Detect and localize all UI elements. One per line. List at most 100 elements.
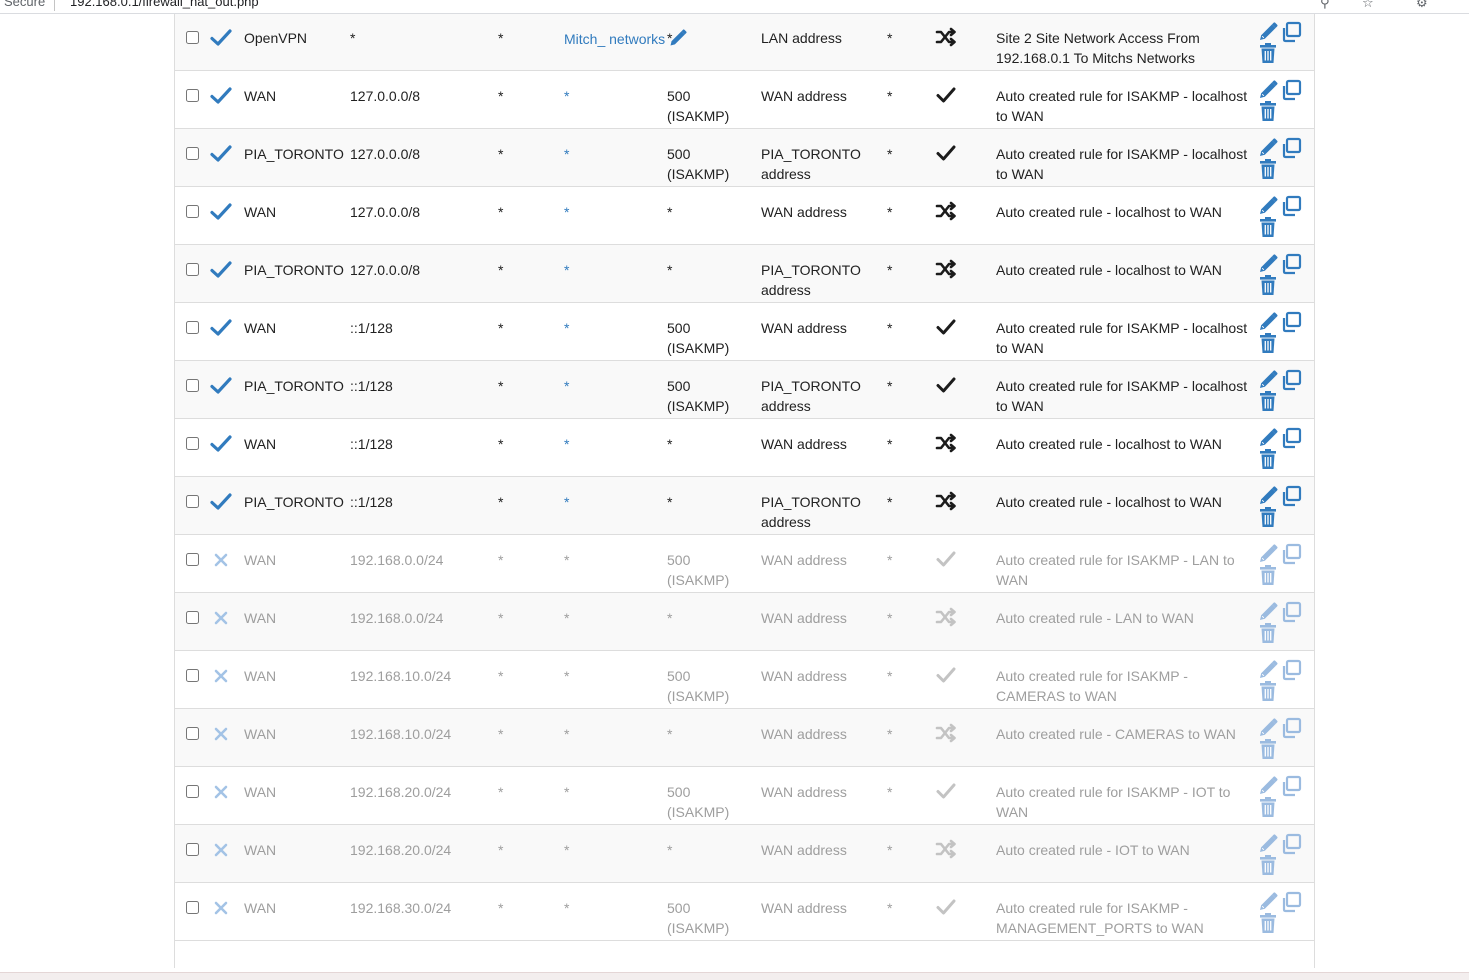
pencil-icon[interactable] — [1257, 717, 1279, 739]
pencil-icon[interactable] — [1257, 427, 1279, 449]
x-icon[interactable] — [209, 664, 233, 688]
extensions-icon[interactable]: ⚙ — [1416, 0, 1428, 11]
row-select-checkbox[interactable] — [186, 843, 199, 856]
table-row[interactable]: WAN 192.168.10.0/24 * * 500 (ISAKMP) WAN… — [175, 651, 1314, 709]
trash-icon[interactable] — [1257, 216, 1279, 238]
pencil-icon[interactable] — [1257, 543, 1279, 565]
copy-icon[interactable] — [1280, 833, 1302, 855]
copy-icon[interactable] — [1280, 775, 1302, 797]
table-row[interactable]: WAN 127.0.0.0/8 * * * WAN address * Auto… — [175, 187, 1314, 245]
row-select-checkbox[interactable] — [186, 727, 199, 740]
zoom-icon[interactable]: ⚲ — [1320, 0, 1330, 11]
table-row[interactable]: WAN ::1/128 * * 500 (ISAKMP) WAN address… — [175, 303, 1314, 361]
pencil-icon[interactable] — [1257, 833, 1279, 855]
x-icon[interactable] — [209, 896, 233, 920]
trash-icon[interactable] — [1257, 564, 1279, 586]
row-select-checkbox[interactable] — [186, 89, 199, 102]
trash-icon[interactable] — [1257, 42, 1279, 64]
pencil-icon[interactable] — [1257, 79, 1279, 101]
row-select-checkbox[interactable] — [186, 437, 199, 450]
pencil-icon[interactable] — [1257, 775, 1279, 797]
row-select-checkbox[interactable] — [186, 611, 199, 624]
trash-icon[interactable] — [1257, 506, 1279, 528]
pencil-icon[interactable] — [1257, 601, 1279, 623]
x-icon[interactable] — [209, 780, 233, 804]
check-icon[interactable] — [209, 432, 233, 456]
copy-icon[interactable] — [1280, 717, 1302, 739]
pencil-icon[interactable] — [1257, 195, 1279, 217]
check-icon[interactable] — [209, 258, 233, 282]
trash-icon[interactable] — [1257, 158, 1279, 180]
table-row[interactable]: WAN 192.168.20.0/24 * * * WAN address * … — [175, 825, 1314, 883]
copy-icon[interactable] — [1280, 485, 1302, 507]
url-text[interactable]: 192.168.0.1/firewall_nat_out.php — [70, 0, 259, 9]
row-select-checkbox[interactable] — [186, 379, 199, 392]
copy-icon[interactable] — [1280, 311, 1302, 333]
row-select-checkbox[interactable] — [186, 205, 199, 218]
copy-icon[interactable] — [1280, 253, 1302, 275]
copy-icon[interactable] — [1280, 21, 1302, 43]
pencil-icon[interactable] — [1257, 21, 1279, 43]
row-select-checkbox[interactable] — [186, 553, 199, 566]
copy-icon[interactable] — [1280, 369, 1302, 391]
row-select-checkbox[interactable] — [186, 321, 199, 334]
trash-icon[interactable] — [1257, 680, 1279, 702]
trash-icon[interactable] — [1257, 332, 1279, 354]
row-select-checkbox[interactable] — [186, 31, 199, 44]
table-row[interactable]: OpenVPN * * Mitch_ networks * LAN addres… — [175, 13, 1314, 71]
pencil-icon[interactable] — [1257, 659, 1279, 681]
trash-icon[interactable] — [1257, 622, 1279, 644]
copy-icon[interactable] — [1280, 79, 1302, 101]
pencil-icon[interactable] — [1257, 311, 1279, 333]
copy-icon[interactable] — [1280, 601, 1302, 623]
copy-icon[interactable] — [1280, 891, 1302, 913]
table-row[interactable]: PIA_TORONTO ::1/128 * * * PIA_TORONTO ad… — [175, 477, 1314, 535]
copy-icon[interactable] — [1280, 543, 1302, 565]
bookmark-star-icon[interactable]: ☆ — [1362, 0, 1374, 11]
copy-icon[interactable] — [1280, 427, 1302, 449]
x-icon[interactable] — [209, 722, 233, 746]
row-select-checkbox[interactable] — [186, 495, 199, 508]
trash-icon[interactable] — [1257, 448, 1279, 470]
trash-icon[interactable] — [1257, 390, 1279, 412]
table-row[interactable]: WAN ::1/128 * * * WAN address * Auto cre… — [175, 419, 1314, 477]
check-icon[interactable] — [209, 374, 233, 398]
trash-icon[interactable] — [1257, 854, 1279, 876]
x-icon[interactable] — [209, 838, 233, 862]
pencil-icon[interactable] — [1257, 253, 1279, 275]
copy-icon[interactable] — [1280, 195, 1302, 217]
check-icon[interactable] — [209, 490, 233, 514]
table-row[interactable]: WAN 192.168.20.0/24 * * 500 (ISAKMP) WAN… — [175, 767, 1314, 825]
pencil-icon[interactable] — [1257, 891, 1279, 913]
row-select-checkbox[interactable] — [186, 669, 199, 682]
check-icon[interactable] — [209, 26, 233, 50]
trash-icon[interactable] — [1257, 274, 1279, 296]
trash-icon[interactable] — [1257, 738, 1279, 760]
row-select-checkbox[interactable] — [186, 147, 199, 160]
table-row[interactable]: WAN 192.168.0.0/24 * * 500 (ISAKMP) WAN … — [175, 535, 1314, 593]
trash-icon[interactable] — [1257, 100, 1279, 122]
check-icon[interactable] — [209, 200, 233, 224]
copy-icon[interactable] — [1280, 659, 1302, 681]
table-row[interactable]: PIA_TORONTO 127.0.0.0/8 * * 500 (ISAKMP)… — [175, 129, 1314, 187]
row-select-checkbox[interactable] — [186, 785, 199, 798]
x-icon[interactable] — [209, 548, 233, 572]
row-select-checkbox[interactable] — [186, 901, 199, 914]
pencil-icon[interactable] — [1257, 485, 1279, 507]
table-row[interactable]: WAN 192.168.30.0/24 * * 500 (ISAKMP) WAN… — [175, 883, 1314, 941]
pencil-icon[interactable] — [1257, 137, 1279, 159]
table-row[interactable]: WAN 192.168.0.0/24 * * * WAN address * A… — [175, 593, 1314, 651]
table-row[interactable]: PIA_TORONTO ::1/128 * * 500 (ISAKMP) PIA… — [175, 361, 1314, 419]
check-icon[interactable] — [209, 84, 233, 108]
row-select-checkbox[interactable] — [186, 263, 199, 276]
copy-icon[interactable] — [1280, 137, 1302, 159]
check-icon[interactable] — [209, 316, 233, 340]
check-icon[interactable] — [209, 142, 233, 166]
x-icon[interactable] — [209, 606, 233, 630]
trash-icon[interactable] — [1257, 912, 1279, 934]
table-row[interactable]: PIA_TORONTO 127.0.0.0/8 * * * PIA_TORONT… — [175, 245, 1314, 303]
pencil-icon[interactable] — [1257, 369, 1279, 391]
table-row[interactable]: WAN 127.0.0.0/8 * * 500 (ISAKMP) WAN add… — [175, 71, 1314, 129]
trash-icon[interactable] — [1257, 796, 1279, 818]
table-row[interactable]: WAN 192.168.10.0/24 * * * WAN address * … — [175, 709, 1314, 767]
